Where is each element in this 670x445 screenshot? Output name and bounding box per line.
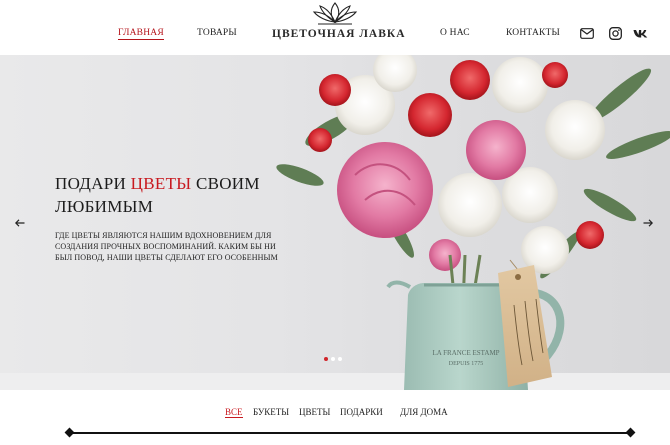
nav-home[interactable]: ГЛАВНАЯ <box>118 28 164 40</box>
lotus-logo-icon <box>312 2 358 25</box>
hero-slider: LA FRANCE ESTAMP DEPUIS 1775 ПОДАРИ ЦВЕТ… <box>0 55 670 390</box>
prev-slide-arrow[interactable] <box>12 215 28 231</box>
tab-gifts[interactable]: ПОДАРКИ <box>340 407 383 417</box>
hero-text: ГДЕ ЦВЕТЫ ЯВЛЯЮТСЯ НАШИМ ВДОХНОВЕНИЕМ ДЛ… <box>55 231 278 262</box>
divider-diamond-left <box>64 427 75 438</box>
nav-products[interactable]: ТОВАРЫ <box>197 28 237 38</box>
flower-bouquet-image: LA FRANCE ESTAMP DEPUIS 1775 <box>0 55 670 390</box>
tab-for-home[interactable]: ДЛЯ ДОМА <box>400 407 448 417</box>
nav-contacts[interactable]: КОНТАКТЫ <box>506 28 560 38</box>
mail-icon[interactable] <box>579 25 595 41</box>
section-divider <box>70 432 630 434</box>
logo[interactable]: ЦВЕТОЧНАЯ ЛАВКА <box>272 0 406 52</box>
tab-bouquets[interactable]: БУКЕТЫ <box>253 407 289 417</box>
tab-flowers[interactable]: ЦВЕТЫ <box>299 407 330 417</box>
site-header: ГЛАВНАЯ ТОВАРЫ ЦВЕТОЧНАЯ ЛАВКА О НАС КОН… <box>0 0 670 55</box>
hero-title: ПОДАРИ ЦВЕТЫ СВОИМ ЛЮБИМЫМ <box>55 172 315 218</box>
nav-about[interactable]: О НАС <box>440 28 470 38</box>
divider-diamond-right <box>625 427 636 438</box>
category-tabs: ВСЕ БУКЕТЫ ЦВЕТЫ ПОДАРКИ ДЛЯ ДОМА <box>0 400 670 424</box>
hero-title-part1: ПОДАРИ <box>55 174 131 193</box>
slider-dot-1[interactable] <box>324 357 328 361</box>
vk-icon[interactable] <box>632 25 648 41</box>
slider-dot-2[interactable] <box>331 357 335 361</box>
slider-dot-3[interactable] <box>338 357 342 361</box>
jug-label: LA FRANCE ESTAMP <box>432 349 499 357</box>
arrow-left-icon <box>15 219 25 227</box>
instagram-icon[interactable] <box>607 25 623 41</box>
slider-dots <box>324 357 342 361</box>
svg-text:DEPUIS 1775: DEPUIS 1775 <box>449 361 484 367</box>
logo-text: ЦВЕТОЧНАЯ ЛАВКА <box>272 28 406 40</box>
hero-title-accent: ЦВЕТЫ <box>130 174 192 193</box>
tab-all[interactable]: ВСЕ <box>225 407 243 418</box>
arrow-right-icon <box>643 219 653 227</box>
next-slide-arrow[interactable] <box>640 215 656 231</box>
